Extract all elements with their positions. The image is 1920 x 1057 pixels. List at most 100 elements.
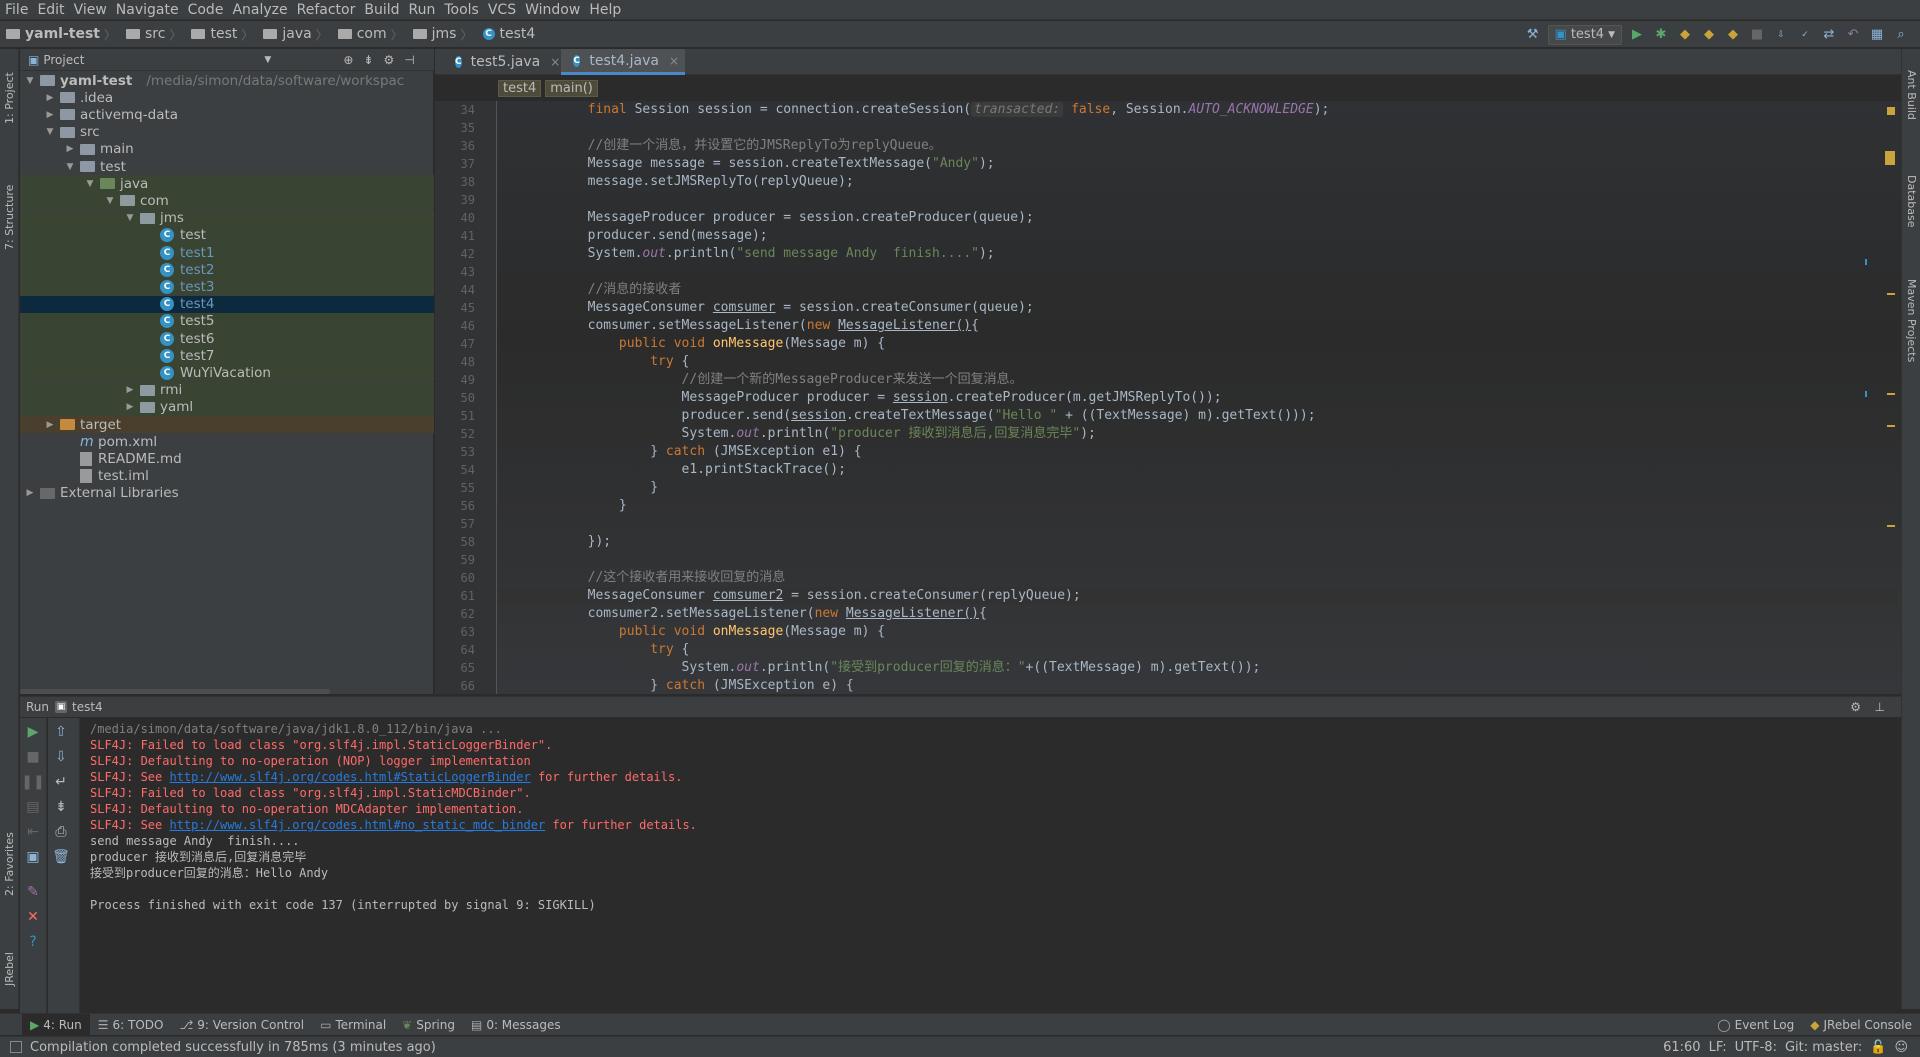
code-line[interactable]: //消息的接收者 <box>525 281 682 299</box>
tool-tab-maven[interactable]: Maven Projects <box>1903 261 1920 381</box>
code-line[interactable]: } catch (JMSException e1) { <box>525 443 861 461</box>
code-line[interactable]: comsumer2.setMessageListener(new Message… <box>525 605 987 623</box>
caret-position[interactable]: 61:60 <box>1663 1040 1700 1055</box>
scroll-from-source-icon[interactable]: ⊕ <box>343 53 353 67</box>
gear-icon[interactable]: ⚙ <box>1850 700 1861 714</box>
scroll-to-end-icon[interactable]: ⇟ <box>53 799 69 815</box>
stop-icon[interactable]: ■ <box>1748 26 1766 44</box>
bottom-tab[interactable]: ☰ 6: TODO <box>90 1014 172 1036</box>
vcs-commit-icon[interactable]: ✓ <box>1796 26 1814 44</box>
line-number[interactable]: 54 <box>435 463 475 477</box>
code-line[interactable]: producer.send(message); <box>525 227 768 245</box>
git-branch[interactable]: Git: master: <box>1785 1040 1862 1055</box>
scroll-marker[interactable] <box>1887 525 1895 527</box>
search-icon[interactable]: ⌕ <box>1892 26 1910 44</box>
code-line[interactable]: MessageProducer producer = session.creat… <box>525 209 1034 227</box>
close-icon[interactable]: × <box>550 55 560 69</box>
tab-test5-java[interactable]: C test5.java × <box>443 49 560 75</box>
tree-node[interactable]: ▼ java <box>20 175 434 193</box>
bottom-tab[interactable]: ▭ Terminal <box>312 1014 394 1036</box>
code-line[interactable]: e1.printStackTrace(); <box>525 461 846 479</box>
chevron-right-icon[interactable]: ▶ <box>64 144 76 154</box>
line-number[interactable]: 47 <box>435 337 475 351</box>
code-line[interactable]: MessageConsumer comsumer2 = session.crea… <box>525 587 1081 605</box>
code-editor[interactable]: 34 35 36 37 38 39 40 41 42 43 44 45 46 47 48 49 50 51 52 53… <box>435 101 1901 694</box>
line-number[interactable]: 37 <box>435 157 475 171</box>
tab-test4-java[interactable]: C test4.java × <box>561 49 685 75</box>
status-toggle-icon[interactable] <box>10 1041 22 1053</box>
line-number[interactable]: 43 <box>435 265 475 279</box>
bottom-tab[interactable]: ▤ 0: Messages <box>463 1014 569 1036</box>
line-number[interactable]: 58 <box>435 535 475 549</box>
hide-panel-icon[interactable]: ⊥ <box>1875 700 1885 714</box>
revert-icon[interactable]: ↶ <box>1844 26 1862 44</box>
scroll-marker[interactable] <box>1885 151 1895 165</box>
code-line[interactable]: System.out.println("接受到producer回复的消息："+(… <box>525 659 1261 677</box>
tree-node[interactable]: ▼ src <box>20 124 434 141</box>
code-line[interactable]: //创建一个消息，并设置它的JMSReplyTo为replyQueue。 <box>525 137 942 155</box>
line-number[interactable]: 36 <box>435 139 475 153</box>
tree-node[interactable]: ▶ activemq-data <box>20 106 434 123</box>
breadcrumb-method[interactable]: main() <box>545 79 598 97</box>
gear-icon[interactable]: ⚙ <box>383 53 394 67</box>
compare-icon[interactable]: ⇄ <box>1820 26 1838 44</box>
line-number[interactable]: 39 <box>435 193 475 207</box>
run-icon[interactable]: ▶ <box>1628 26 1646 44</box>
line-number[interactable]: 40 <box>435 211 475 225</box>
layout-icon[interactable]: ▣ <box>25 849 41 865</box>
menu-item-refactor[interactable]: Refactor <box>292 2 360 18</box>
code-line[interactable]: } <box>525 497 627 515</box>
breadcrumb-item[interactable]: src 〉 <box>120 26 181 43</box>
menu-item-tools[interactable]: Tools <box>439 2 483 18</box>
tool-tab-project[interactable]: 1: Project <box>1 53 18 143</box>
line-number[interactable]: 44 <box>435 283 475 297</box>
tree-node[interactable]: ▶ rmi <box>20 381 434 399</box>
chevron-down-icon[interactable]: ▼ <box>264 55 271 65</box>
chevron-right-icon[interactable]: ▶ <box>44 420 56 430</box>
vcs-update-icon[interactable]: ⇩ <box>1772 26 1790 44</box>
code-line[interactable]: System.out.println("send message Andy fi… <box>525 245 995 263</box>
code-line[interactable]: } <box>525 479 658 497</box>
breadcrumb-item[interactable]: test 〉 <box>185 26 253 43</box>
build-icon[interactable]: ⚒ <box>1524 26 1542 44</box>
code-line[interactable]: } catch (JMSException e) { <box>525 677 854 694</box>
code-line[interactable]: comsumer.setMessageListener(new MessageL… <box>525 317 979 335</box>
chevron-right-icon[interactable]: ▶ <box>44 93 56 103</box>
scroll-marker[interactable] <box>1865 259 1867 265</box>
pin-icon[interactable]: ✎ <box>25 884 41 900</box>
console-link[interactable]: http://www.slf4j.org/codes.html#no_stati… <box>169 818 545 832</box>
menu-item-analyze[interactable]: Analyze <box>227 2 291 18</box>
tree-node[interactable]: ▼ test <box>20 158 434 175</box>
help-icon[interactable]: ? <box>25 934 41 950</box>
tree-node[interactable]: ▼ jms <box>20 209 434 227</box>
tree-node[interactable]: Ctest6 <box>20 330 434 347</box>
tree-node[interactable]: Ctest <box>20 226 434 244</box>
tool-tab-favorites[interactable]: 2: Favorites <box>1 819 18 909</box>
scroll-marker[interactable] <box>1887 293 1895 295</box>
line-number[interactable]: 64 <box>435 643 475 657</box>
bottom-tab[interactable]: ❦ Spring <box>394 1014 463 1036</box>
tree-node[interactable]: ▶ External Libraries <box>20 485 434 502</box>
tree-node[interactable]: ▶ main <box>20 141 434 158</box>
menu-item-run[interactable]: Run <box>404 2 440 18</box>
code-line[interactable]: message.setJMSReplyTo(replyQueue); <box>525 173 854 191</box>
tree-node[interactable]: m pom.xml <box>20 433 434 450</box>
chevron-down-icon[interactable]: ▼ <box>24 76 36 86</box>
soft-wrap-icon[interactable]: ↵ <box>53 774 69 790</box>
breadcrumb-class[interactable]: test4 <box>498 79 542 97</box>
console-link[interactable]: http://www.slf4j.org/codes.html#StaticLo… <box>169 770 530 784</box>
line-number[interactable]: 55 <box>435 481 475 495</box>
hide-panel-icon[interactable]: ⊣ <box>404 53 414 67</box>
menu-item-code[interactable]: Code <box>183 2 228 18</box>
coverage-icon[interactable]: ◆ <box>1676 26 1694 44</box>
menu-item-file[interactable]: File <box>0 2 32 18</box>
code-line[interactable]: MessageProducer producer = session.creat… <box>525 389 1222 407</box>
code-line[interactable]: public void onMessage(Message m) { <box>525 623 885 641</box>
lock-icon[interactable]: 🔓 <box>1870 1040 1886 1055</box>
chevron-down-icon[interactable]: ▼ <box>64 162 76 172</box>
line-number[interactable]: 61 <box>435 589 475 603</box>
arrow-down-icon[interactable]: ⇩ <box>53 749 69 765</box>
breadcrumb-item[interactable]: com 〉 <box>332 26 403 43</box>
code-line[interactable]: try { <box>525 353 689 371</box>
tree-node[interactable]: Ctest4 <box>20 295 434 313</box>
